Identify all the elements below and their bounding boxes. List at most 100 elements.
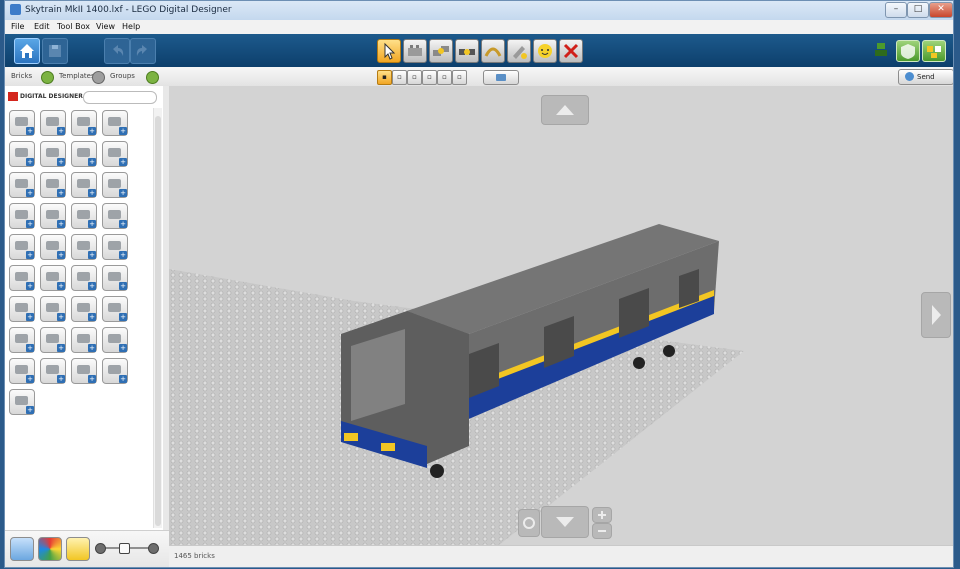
brick-category-button[interactable] (102, 296, 128, 322)
palette-zoom-slider[interactable] (95, 543, 159, 554)
brick-category-button[interactable] (71, 358, 97, 384)
minimize-button[interactable]: – (885, 2, 907, 18)
brick-category-button[interactable] (9, 327, 35, 353)
home-button[interactable] (14, 38, 40, 64)
brick-category-button[interactable] (9, 141, 35, 167)
select-arrow-icon (384, 42, 396, 60)
camera-down-button[interactable] (541, 506, 589, 538)
undo-button[interactable] (104, 38, 130, 64)
brick-category-button[interactable] (9, 389, 35, 415)
brick-category-button[interactable] (40, 110, 66, 136)
brick-category-button[interactable] (9, 234, 35, 260)
minifig-icon (875, 43, 887, 56)
brick-category-button[interactable] (9, 296, 35, 322)
chevron-down-icon (556, 517, 574, 527)
camera-up-button[interactable] (541, 95, 589, 125)
model-filter-button[interactable] (66, 537, 90, 561)
single-select-button[interactable]: ▪ (377, 70, 392, 85)
brick-category-button[interactable] (40, 358, 66, 384)
brick-category-button[interactable] (71, 327, 97, 353)
clone-icon (408, 45, 422, 56)
brick-category-button[interactable] (102, 110, 128, 136)
palette-footer (5, 530, 169, 567)
brick-category-button[interactable] (102, 265, 128, 291)
brick-category-button[interactable] (40, 265, 66, 291)
menu-file[interactable]: File (11, 22, 24, 31)
hinge-tool-button[interactable] (429, 39, 453, 63)
brick-category-button[interactable] (71, 203, 97, 229)
brick-category-button[interactable] (71, 296, 97, 322)
delete-tool-button[interactable] (559, 39, 583, 63)
brick-category-button[interactable] (71, 110, 97, 136)
brick-category-button[interactable] (40, 172, 66, 198)
brick-category-button[interactable] (9, 172, 35, 198)
zoom-out-button[interactable] (592, 523, 612, 539)
brick-category-button[interactable] (102, 234, 128, 260)
menu-view[interactable]: View (96, 22, 115, 31)
build-options-button[interactable] (871, 40, 891, 60)
clone-tool-button[interactable] (403, 39, 427, 63)
color-select-icon: ▫ (412, 73, 417, 81)
brick-category-button[interactable] (102, 203, 128, 229)
palette-scroll-thumb[interactable] (155, 116, 161, 526)
zoom-slider-thumb[interactable] (119, 543, 130, 554)
zoom-out-icon (598, 530, 606, 532)
hide-tool-button[interactable] (533, 39, 557, 63)
bricks-tab-icon (41, 71, 54, 84)
zoom-out-icon[interactable] (95, 543, 106, 554)
tab-templates[interactable]: Templates (59, 72, 95, 80)
brick-category-button[interactable] (71, 141, 97, 167)
save-button[interactable] (42, 38, 68, 64)
menu-toolbox[interactable]: Tool Box (57, 22, 90, 31)
paint-tool-button[interactable] (507, 39, 531, 63)
shape-select-button[interactable]: ▫ (422, 70, 437, 85)
select-tool-button[interactable] (377, 39, 401, 63)
brick-category-button[interactable] (102, 141, 128, 167)
camera-right-button[interactable] (921, 292, 951, 338)
brick-category-button[interactable] (71, 234, 97, 260)
zoom-in-button[interactable] (592, 507, 612, 523)
palette-scrollbar[interactable] (153, 108, 162, 528)
redo-button[interactable] (130, 38, 156, 64)
brick-category-button[interactable] (102, 327, 128, 353)
invert-select-icon: ▫ (457, 73, 462, 81)
chevron-right-icon (932, 305, 941, 325)
brick-category-button[interactable] (40, 141, 66, 167)
zoom-in-icon[interactable] (148, 543, 159, 554)
brick-category-button[interactable] (9, 265, 35, 291)
brick-category-button[interactable] (40, 296, 66, 322)
menu-help[interactable]: Help (122, 22, 140, 31)
camera-view-button[interactable] (483, 70, 519, 85)
brick-category-button[interactable] (9, 110, 35, 136)
brick-category-button[interactable] (40, 203, 66, 229)
tab-bricks[interactable]: Bricks (11, 72, 32, 80)
view-mode-button[interactable] (922, 40, 946, 62)
brick-search-input[interactable] (83, 91, 157, 104)
brick-category-button[interactable] (9, 203, 35, 229)
3d-viewport[interactable] (169, 86, 953, 545)
color-palette-button[interactable] (38, 537, 62, 561)
brick-category-button[interactable] (71, 265, 97, 291)
hinge-align-tool-button[interactable] (455, 39, 479, 63)
connected-select-button[interactable]: ▫ (392, 70, 407, 85)
color-shape-select-button[interactable]: ▫ (437, 70, 452, 85)
build-mode-button[interactable] (896, 40, 920, 62)
tab-groups[interactable]: Groups (110, 72, 135, 80)
invert-select-button[interactable]: ▫ (452, 70, 467, 85)
close-window-button[interactable]: ✕ (929, 2, 953, 18)
brick-category-button[interactable] (71, 172, 97, 198)
brick-category-button[interactable] (9, 358, 35, 384)
flex-tool-button[interactable] (481, 39, 505, 63)
brick-category-button[interactable] (102, 358, 128, 384)
globe-icon (905, 72, 914, 81)
maximize-button[interactable]: □ (907, 2, 929, 18)
reset-view-button[interactable] (518, 509, 540, 537)
brick-category-button[interactable] (40, 327, 66, 353)
brand-header: DIGITAL DESIGNER (8, 92, 83, 102)
color-select-button[interactable]: ▫ (407, 70, 422, 85)
brick-category-button[interactable] (40, 234, 66, 260)
send-button[interactable]: Send (898, 69, 953, 85)
brick-category-button[interactable] (102, 172, 128, 198)
menu-edit[interactable]: Edit (34, 22, 50, 31)
brick-view-button[interactable] (10, 537, 34, 561)
